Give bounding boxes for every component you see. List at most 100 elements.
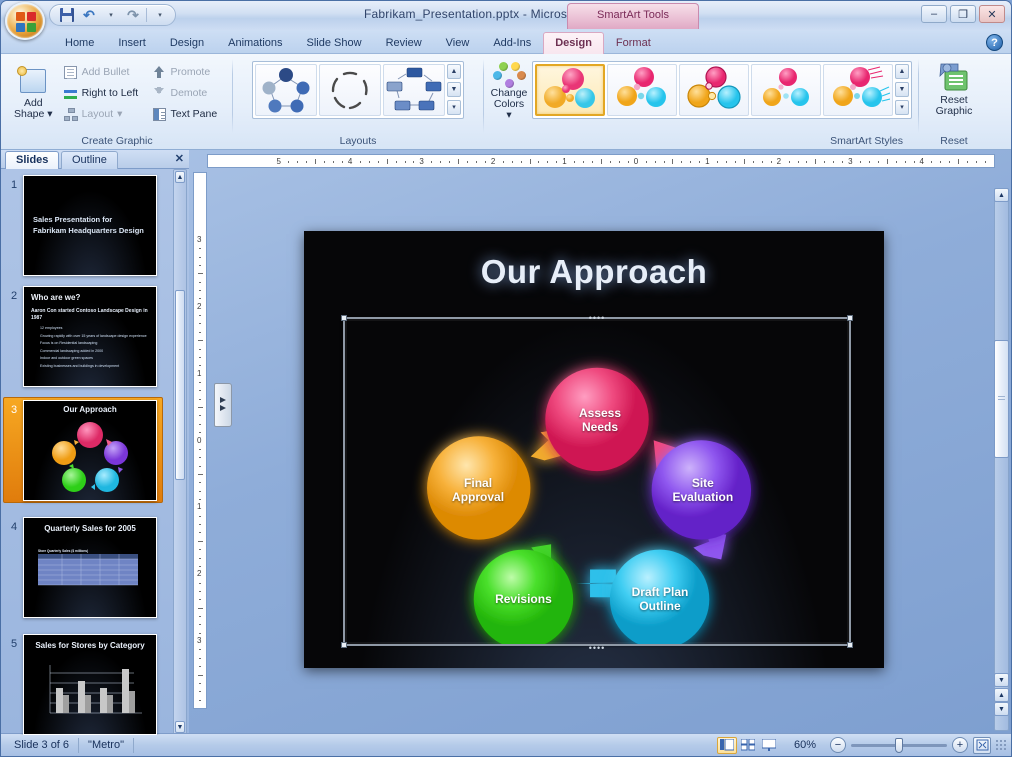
slides-pane-tabs: Slides Outline ✕ <box>1 150 189 169</box>
layout-thumb-block-cycle[interactable] <box>383 64 445 116</box>
tab-slides[interactable]: Slides <box>5 151 60 169</box>
horizontal-ruler[interactable]: 5 4 3 2 1 0 1 2 3 4 <box>207 154 995 168</box>
resize-grip[interactable] <box>995 739 1007 751</box>
smartart-styles-gallery[interactable]: ▲ ▼ ▾ <box>532 61 912 119</box>
layout-thumb-text-cycle[interactable] <box>319 64 381 116</box>
smartart-label-revisions[interactable]: Revisions <box>473 548 574 649</box>
right-to-left-label: Right to Left <box>81 87 139 99</box>
reset-graphic-button[interactable]: Reset Graphic <box>926 59 982 117</box>
layout-label: Layout <box>81 108 114 120</box>
slide-thumbnail-4[interactable]: Quarterly Sales for 2005 Store Quarterly… <box>23 517 157 618</box>
add-shape-icon <box>17 64 49 96</box>
list-item[interactable]: 1 Sales Presentation for Fabrikam Headqu… <box>1 175 189 286</box>
close-button[interactable]: ✕ <box>979 5 1005 23</box>
slide-thumbnail-list[interactable]: 1 Sales Presentation for Fabrikam Headqu… <box>1 169 189 735</box>
layouts-scroll-down-button[interactable]: ▼ <box>447 82 461 97</box>
list-item[interactable]: 5 Sales for Stores by Category <box>1 628 189 735</box>
close-pane-icon[interactable]: ✕ <box>175 152 184 165</box>
smartart-label-site-evaluation[interactable]: Site Evaluation <box>652 439 753 540</box>
status-bar: Slide 3 of 6 "Metro" 60% − + <box>1 733 1011 756</box>
tab-design[interactable]: Design <box>158 32 216 54</box>
tab-insert[interactable]: Insert <box>106 32 158 54</box>
scroll-down-arrow-icon[interactable]: ▼ <box>175 721 185 733</box>
smartart-style-intense-effect[interactable] <box>679 64 749 116</box>
previous-slide-button[interactable]: ▲ <box>994 688 1009 702</box>
zoom-slider[interactable]: − + <box>830 737 968 753</box>
node-label-line2: Needs <box>581 419 619 434</box>
slide-thumbnail-5[interactable]: Sales for Stores by Category <box>23 634 157 735</box>
zoom-in-button[interactable]: + <box>952 737 968 753</box>
right-to-left-button[interactable]: Right to Left <box>59 83 145 103</box>
smartart-style-subtle-effect[interactable] <box>535 64 605 116</box>
smartart-style-polished[interactable] <box>751 64 821 116</box>
ribbon-group-divider <box>232 59 233 133</box>
tab-outline[interactable]: Outline <box>61 151 118 169</box>
styles-scroll-down-button[interactable]: ▼ <box>895 82 909 97</box>
slide-thumbnail-3[interactable]: Our Approach <box>23 400 157 501</box>
scroll-down-arrow-icon[interactable]: ▼ <box>994 673 1009 687</box>
layouts-gallery[interactable]: ▲ ▼ ▾ <box>252 61 464 119</box>
list-item[interactable]: 4 Quarterly Sales for 2005 Store Quarter… <box>1 511 189 628</box>
tab-view[interactable]: View <box>434 32 482 54</box>
slide-thumbnail-2[interactable]: Who are we? Aaron Con started Contoso La… <box>23 286 157 387</box>
layout-thumb-basic-cycle[interactable] <box>255 64 317 116</box>
ruler-tick-label: 2 <box>490 157 496 166</box>
smartart-label-assess-needs[interactable]: Assess Needs <box>550 368 651 472</box>
slides-pane-scroll-thumb[interactable] <box>175 290 185 480</box>
zoom-slider-track[interactable] <box>851 737 947 753</box>
demote-button[interactable]: Demote <box>148 83 227 103</box>
layout-icon <box>63 107 78 122</box>
office-button[interactable] <box>5 2 45 40</box>
minimize-button[interactable]: – <box>921 5 947 23</box>
scrollbar-thumb[interactable] <box>994 340 1009 458</box>
smartart-style-cartoon[interactable] <box>823 64 893 116</box>
smartart-style-moderate-effect[interactable] <box>607 64 677 116</box>
scrollbar-track[interactable] <box>994 188 1009 731</box>
create-graphic-group-label: Create Graphic <box>81 135 153 147</box>
smartart-label-draft-plan-outline[interactable]: Draft Plan Outline <box>610 548 711 649</box>
zoom-level[interactable]: 60% <box>785 737 825 754</box>
normal-view-button[interactable] <box>716 736 737 754</box>
zoom-slider-handle[interactable] <box>895 737 903 753</box>
smartart-placeholder-frame[interactable]: •••• •••• Assess Needs Site Evaluation D… <box>341 314 853 653</box>
scroll-up-arrow-icon[interactable]: ▲ <box>175 171 185 183</box>
list-item[interactable]: 3 Our Approach <box>1 397 189 511</box>
layout-button[interactable]: Layout ▾ <box>59 104 145 124</box>
fit-slide-to-window-button[interactable] <box>973 736 991 754</box>
slide-title[interactable]: Our Approach <box>304 253 884 291</box>
tab-smartart-design[interactable]: Design <box>543 32 604 54</box>
tab-home[interactable]: Home <box>53 32 106 54</box>
text-pane-toggle-tab[interactable] <box>214 383 232 427</box>
add-bullet-button[interactable]: Add Bullet <box>59 62 145 82</box>
thumb-title-4: Quarterly Sales for 2005 <box>44 524 136 533</box>
scroll-up-arrow-icon[interactable]: ▲ <box>994 188 1009 202</box>
layouts-more-button[interactable]: ▾ <box>447 100 461 115</box>
tab-slide-show[interactable]: Slide Show <box>295 32 374 54</box>
text-pane-button[interactable]: Text Pane <box>148 104 227 124</box>
slide-sorter-view-button[interactable] <box>738 737 758 754</box>
promote-button[interactable]: Promote <box>148 62 227 82</box>
tab-animations[interactable]: Animations <box>216 32 294 54</box>
slide-canvas[interactable]: Our Approach •••• •••• Assess Needs Site… <box>304 231 884 668</box>
slide-view-scrollbar[interactable]: ▲ ▼ ▲ ▼ <box>994 188 1009 731</box>
add-shape-button[interactable]: Add Shape ▾ <box>8 59 59 121</box>
change-colors-button[interactable]: Change Colors ▾ <box>490 59 528 121</box>
zoom-out-button[interactable]: − <box>830 737 846 753</box>
layouts-scroll-up-button[interactable]: ▲ <box>447 64 461 79</box>
smartart-label-final-approval[interactable]: Final Approval <box>428 439 529 540</box>
tab-review[interactable]: Review <box>374 32 434 54</box>
maximize-button[interactable]: ❐ <box>950 5 976 23</box>
slide-number: 2 <box>10 290 18 302</box>
slides-pane-scrollbar[interactable]: ▲ ▼ <box>173 169 187 735</box>
next-slide-button[interactable]: ▼ <box>994 702 1009 716</box>
tab-add-ins[interactable]: Add-Ins <box>481 32 543 54</box>
styles-scroll-up-button[interactable]: ▲ <box>895 64 909 79</box>
theme-name[interactable]: "Metro" <box>79 737 133 754</box>
slide-show-view-button[interactable] <box>759 737 779 754</box>
slide-thumbnail-1[interactable]: Sales Presentation for Fabrikam Headquar… <box>23 175 157 276</box>
tab-smartart-format[interactable]: Format <box>604 32 663 54</box>
slide-indicator[interactable]: Slide 3 of 6 <box>5 737 78 754</box>
styles-more-button[interactable]: ▾ <box>895 100 909 115</box>
help-icon[interactable]: ? <box>986 34 1003 51</box>
list-item[interactable]: 2 Who are we? Aaron Con started Contoso … <box>1 286 189 397</box>
